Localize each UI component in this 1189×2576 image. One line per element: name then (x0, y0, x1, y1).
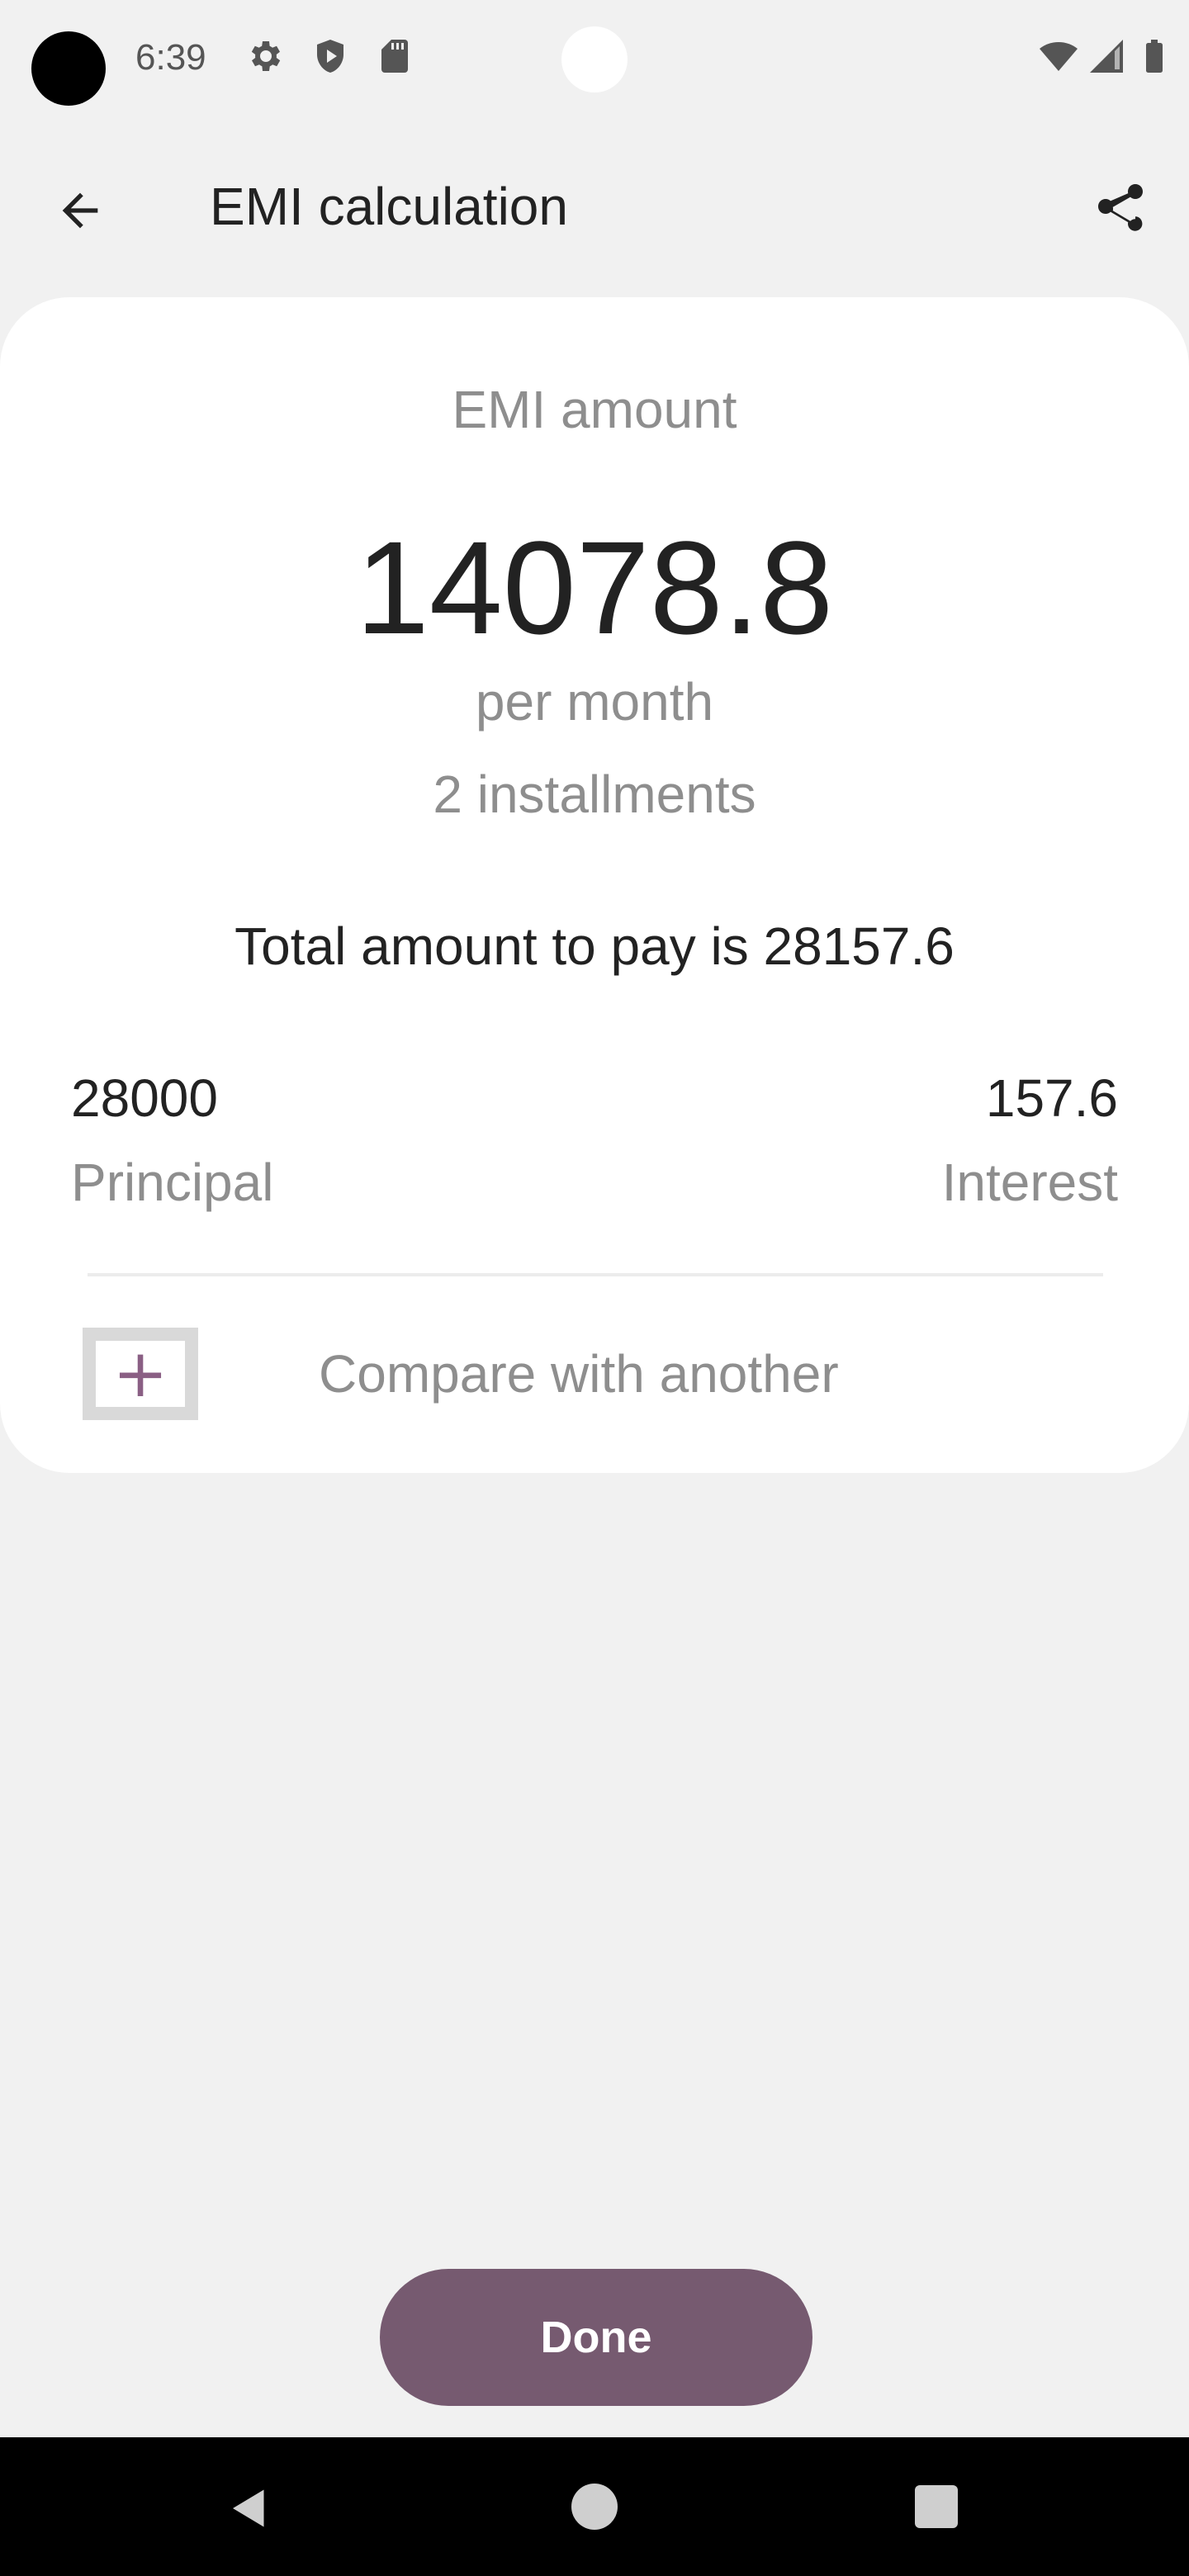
total-amount-text: Total amount to pay is 28157.6 (234, 916, 955, 976)
share-icon (1098, 184, 1143, 231)
principal-value: 28000 (71, 1068, 218, 1128)
compare-add-box-inner: + (96, 1341, 185, 1407)
divider (88, 1273, 1103, 1276)
camera-cutout (31, 31, 106, 106)
sd-card-icon (375, 36, 414, 76)
nav-back-icon[interactable] (225, 2484, 274, 2533)
wifi-icon (1039, 36, 1078, 76)
compare-add-box[interactable]: + (83, 1328, 198, 1420)
battery-icon (1135, 36, 1174, 76)
per-month-label: per month (475, 672, 714, 732)
arrow-back-icon (62, 192, 98, 229)
principal-label: Principal (71, 1153, 274, 1212)
back-button[interactable] (43, 173, 117, 248)
emi-amount-label: EMI amount (452, 380, 737, 439)
compare-with-another-row[interactable]: + Compare with another (0, 1308, 1189, 1440)
emi-result-card: EMI amount 14078.8 per month 2 installme… (0, 297, 1189, 1473)
camera-dot (561, 26, 628, 92)
nav-home-icon[interactable] (571, 2484, 618, 2530)
shield-play-icon (310, 36, 350, 76)
status-bar: 6:39 (0, 0, 1189, 116)
interest-value: 157.6 (985, 1068, 1118, 1128)
status-time: 6:39 (135, 37, 206, 78)
plus-icon: + (112, 1335, 168, 1412)
navigation-bar (0, 2437, 1189, 2576)
page-title: EMI calculation (210, 177, 568, 236)
done-button[interactable]: Done (380, 2269, 812, 2406)
settings-icon (244, 36, 284, 76)
signal-icon (1087, 36, 1126, 76)
interest-label: Interest (941, 1153, 1118, 1212)
share-button[interactable] (1083, 172, 1158, 246)
app-bar: EMI calculation (0, 140, 1189, 272)
installments-label: 2 installments (433, 765, 756, 824)
compare-label: Compare with another (319, 1344, 839, 1404)
emi-amount-value: 14078.8 (355, 514, 834, 661)
nav-recents-icon[interactable] (915, 2485, 958, 2528)
